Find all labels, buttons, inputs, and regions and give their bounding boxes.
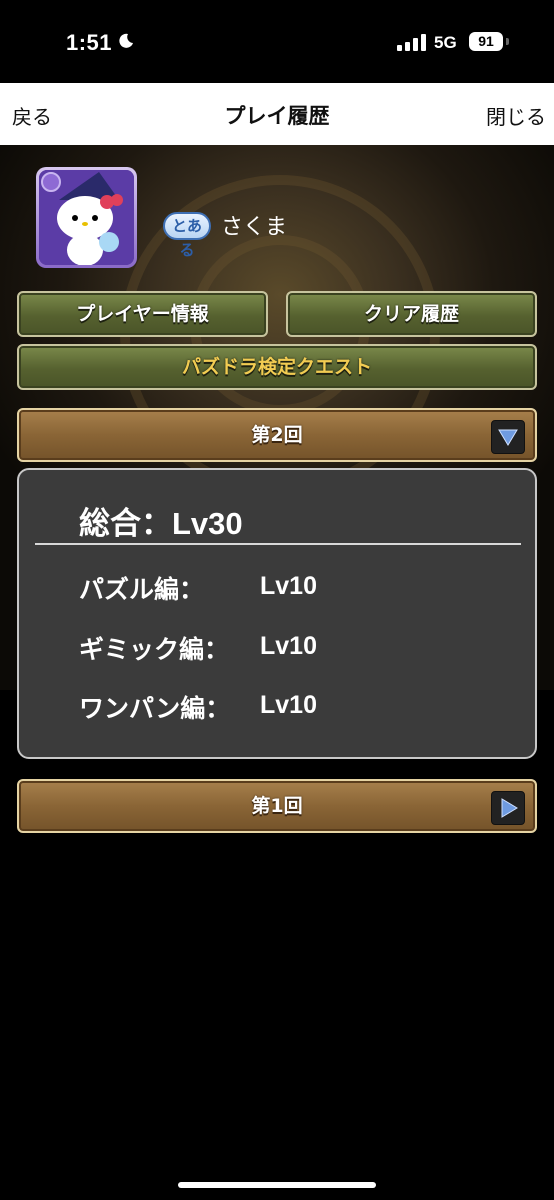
result-panel: 総合：Lv30 パズル編： Lv10 ギミック編： Lv10 ワンパン編： Lv…	[17, 468, 537, 759]
onepan-section-value: Lv10	[260, 691, 317, 719]
nav-bar: 戻る プレイ履歴 閉じる	[0, 83, 554, 145]
round-label: 第1回	[251, 795, 303, 817]
moon-icon	[119, 33, 133, 48]
round-1-header[interactable]: 第1回	[17, 779, 537, 833]
player-avatar[interactable]	[36, 167, 137, 268]
status-bar: 1:51 5G 91	[0, 0, 554, 83]
divider	[35, 543, 521, 545]
hello-kitty-character-icon	[39, 170, 134, 265]
player-name: さくま	[221, 215, 288, 240]
battery-tip	[506, 38, 509, 45]
puzzle-section-label: パズル編：	[79, 575, 205, 604]
player-info-button[interactable]: プレイヤー情報	[17, 291, 268, 337]
title-badge: とある	[163, 212, 211, 259]
battery-icon: 91	[469, 32, 503, 51]
chevron-down-icon	[491, 420, 525, 454]
clear-history-button[interactable]: クリア履歴	[286, 291, 537, 337]
round-label: 第2回	[251, 424, 303, 446]
total-level: 総合：Lv30	[79, 506, 243, 541]
chevron-right-icon	[491, 791, 525, 825]
close-button[interactable]: 閉じる	[486, 101, 546, 130]
puzzle-section-value: Lv10	[260, 572, 317, 600]
puzzdra-quest-button[interactable]: パズドラ検定クエスト	[17, 344, 537, 390]
avatar	[39, 170, 134, 265]
network-label: 5G	[434, 33, 457, 52]
gimmick-section-value: Lv10	[260, 632, 317, 660]
onepan-section-label: ワンパン編：	[79, 694, 231, 723]
page-title: プレイ履歴	[224, 104, 330, 128]
signal-icon	[397, 34, 426, 51]
home-indicator[interactable]	[178, 1182, 376, 1188]
round-2-header[interactable]: 第2回	[17, 408, 537, 462]
gimmick-section-label: ギミック編：	[79, 635, 230, 664]
status-time: 1:51	[66, 30, 113, 55]
